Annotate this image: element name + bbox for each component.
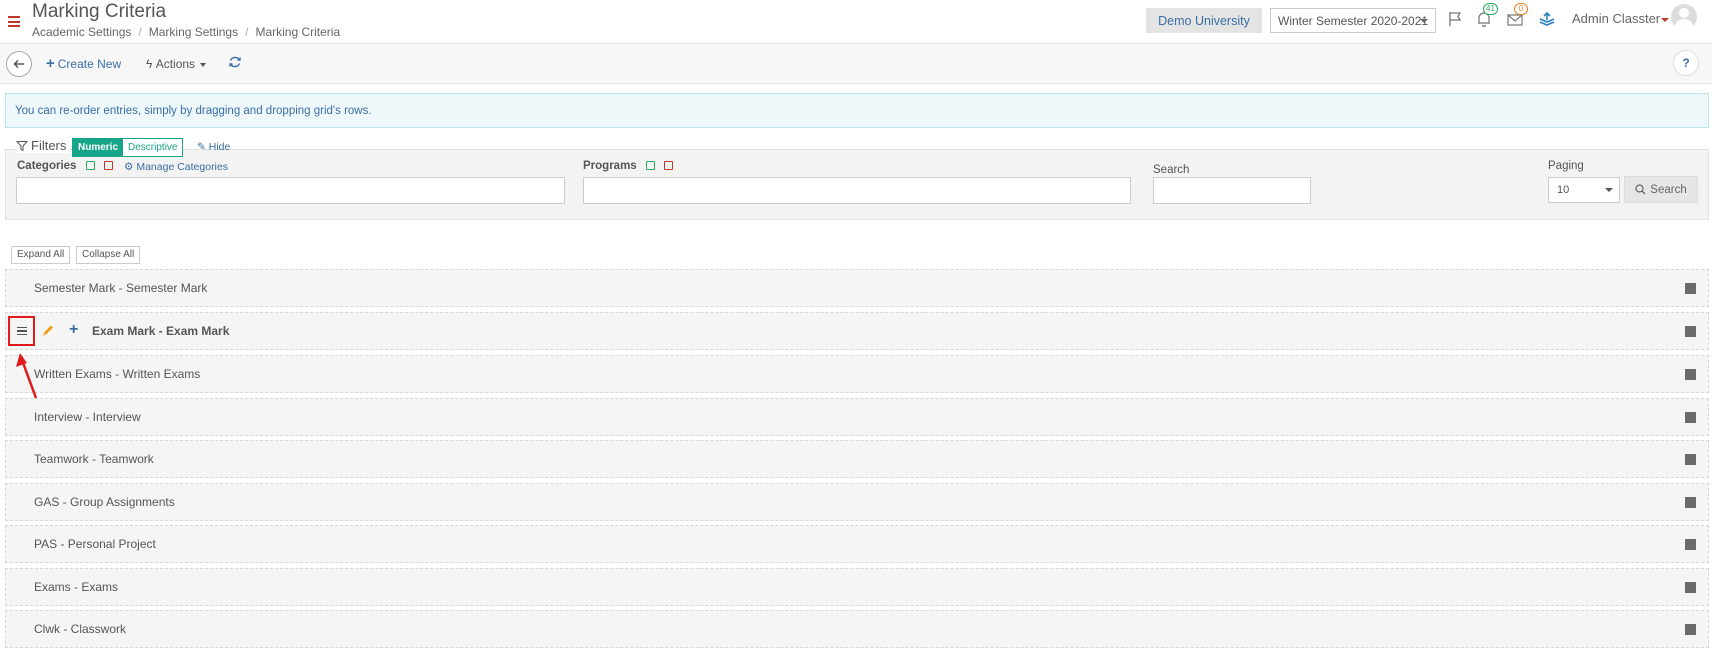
row-label: Written Exams - Written Exams <box>34 367 201 381</box>
avatar[interactable] <box>1671 4 1697 30</box>
pencil-icon[interactable] <box>40 322 56 340</box>
layers-icon[interactable] <box>1538 10 1556 28</box>
search-input[interactable] <box>1153 177 1311 204</box>
row-label: GAS - Group Assignments <box>34 495 175 509</box>
refresh-icon[interactable] <box>228 55 242 72</box>
programs-input[interactable] <box>583 177 1131 204</box>
annotation-arrow-icon <box>16 353 38 399</box>
hide-filters-link[interactable]: ✎ Hide <box>197 141 230 153</box>
search-button[interactable]: Search <box>1624 176 1698 203</box>
tab-numeric[interactable]: Numeric <box>73 139 124 156</box>
plus-icon: + <box>46 55 55 72</box>
programs-label: Programs <box>583 160 674 172</box>
row-label: Exams - Exams <box>34 580 119 594</box>
row-label: Interview - Interview <box>34 410 141 424</box>
paging-select[interactable]: 10 <box>1548 177 1620 203</box>
app-header: Marking Criteria Academic Settings / Marki… <box>0 0 1712 44</box>
collapse-all-button[interactable]: Collapse All <box>76 246 141 264</box>
grid-row[interactable]: Clwk - Classwork <box>5 610 1709 648</box>
row-label: Teamwork - Teamwork <box>34 452 154 466</box>
manage-categories-link[interactable]: ⚙ Manage Categories <box>124 161 228 173</box>
filter-icon <box>16 140 28 151</box>
arrow-left-icon <box>13 59 24 69</box>
clear-programs-icon[interactable] <box>664 161 674 171</box>
grid-row[interactable]: Semester Mark - Semester Mark <box>5 269 1709 307</box>
user-menu[interactable]: Admin Classter <box>1572 11 1660 26</box>
caret-down-icon <box>200 62 207 67</box>
notifications-badge: 41 <box>1483 3 1498 15</box>
grid-row[interactable]: PAS - Personal Project <box>5 525 1709 563</box>
row-checkbox[interactable] <box>1685 539 1696 550</box>
row-label: PAS - Personal Project <box>34 537 156 551</box>
grid-row-hovered[interactable]: + Exam Mark - Exam Mark <box>5 312 1709 350</box>
row-checkbox[interactable] <box>1685 624 1696 635</box>
row-checkbox[interactable] <box>1685 582 1696 593</box>
grid-row[interactable]: Teamwork - Teamwork <box>5 440 1709 478</box>
pin-icon: ✎ <box>197 141 206 153</box>
actions-dropdown[interactable]: ϟ Actions <box>146 57 207 71</box>
notifications-bell-icon[interactable]: 41 <box>1475 3 1498 28</box>
messages-envelope-icon[interactable]: 0 <box>1506 3 1528 28</box>
info-alert: You can re-order entries, simply by drag… <box>5 93 1709 128</box>
row-label: Semester Mark - Semester Mark <box>34 281 208 295</box>
row-checkbox[interactable] <box>1685 412 1696 423</box>
toolbar: + Create New ϟ Actions ? <box>0 44 1712 84</box>
expand-all-button[interactable]: Expand All <box>11 246 71 264</box>
breadcrumb-item[interactable]: Academic Settings <box>32 25 131 39</box>
create-new-button[interactable]: + Create New <box>46 55 121 72</box>
breadcrumb: Academic Settings / Marking Settings / Marki… <box>32 25 341 39</box>
tab-descriptive[interactable]: Descriptive <box>123 139 183 156</box>
search-label: Search <box>1153 164 1190 176</box>
drag-handle-icon[interactable] <box>8 316 35 346</box>
row-label: Clwk - Classwork <box>34 622 127 636</box>
clear-categories-icon[interactable] <box>103 161 113 171</box>
search-icon <box>1635 184 1646 195</box>
breadcrumb-item: Marking Criteria <box>255 25 341 39</box>
bolt-icon: ϟ <box>146 57 153 71</box>
row-checkbox[interactable] <box>1685 283 1696 294</box>
paging-label: Paging <box>1548 160 1584 172</box>
row-checkbox[interactable] <box>1685 497 1696 508</box>
breadcrumb-item[interactable]: Marking Settings <box>149 25 238 39</box>
chevron-down-icon <box>1420 19 1428 23</box>
select-all-categories-icon[interactable] <box>85 161 95 171</box>
categories-input[interactable] <box>16 177 565 204</box>
hamburger-menu-icon[interactable] <box>8 16 20 27</box>
page-title: Marking Criteria <box>32 1 167 22</box>
chevron-down-icon <box>1605 188 1613 192</box>
semester-select[interactable]: Winter Semester 2020-2021 <box>1270 8 1436 33</box>
filter-type-toggle: Numeric Descriptive <box>72 138 184 157</box>
categories-label: Categories <box>17 160 113 172</box>
row-label: Exam Mark - Exam Mark <box>92 324 230 338</box>
grid-row[interactable]: Interview - Interview <box>5 398 1709 436</box>
grid-row[interactable]: GAS - Group Assignments <box>5 483 1709 521</box>
user-menu-caret-icon[interactable] <box>1661 18 1669 22</box>
grid-row[interactable]: Written Exams - Written Exams <box>5 355 1709 393</box>
grid-row[interactable]: Exams - Exams <box>5 568 1709 606</box>
row-checkbox[interactable] <box>1685 369 1696 380</box>
row-checkbox[interactable] <box>1685 326 1696 337</box>
row-checkbox[interactable] <box>1685 454 1696 465</box>
semester-select-value: Winter Semester 2020-2021 <box>1278 13 1429 28</box>
help-button[interactable]: ? <box>1673 50 1699 76</box>
add-child-icon[interactable]: + <box>69 321 78 339</box>
select-all-programs-icon[interactable] <box>645 161 655 171</box>
filters-title: Filters <box>16 138 70 153</box>
messages-badge: 0 <box>1514 3 1528 15</box>
gear-icon: ⚙ <box>124 161 134 173</box>
flag-icon[interactable] <box>1447 10 1465 28</box>
organization-button[interactable]: Demo University <box>1146 8 1262 33</box>
back-button[interactable] <box>6 51 32 77</box>
